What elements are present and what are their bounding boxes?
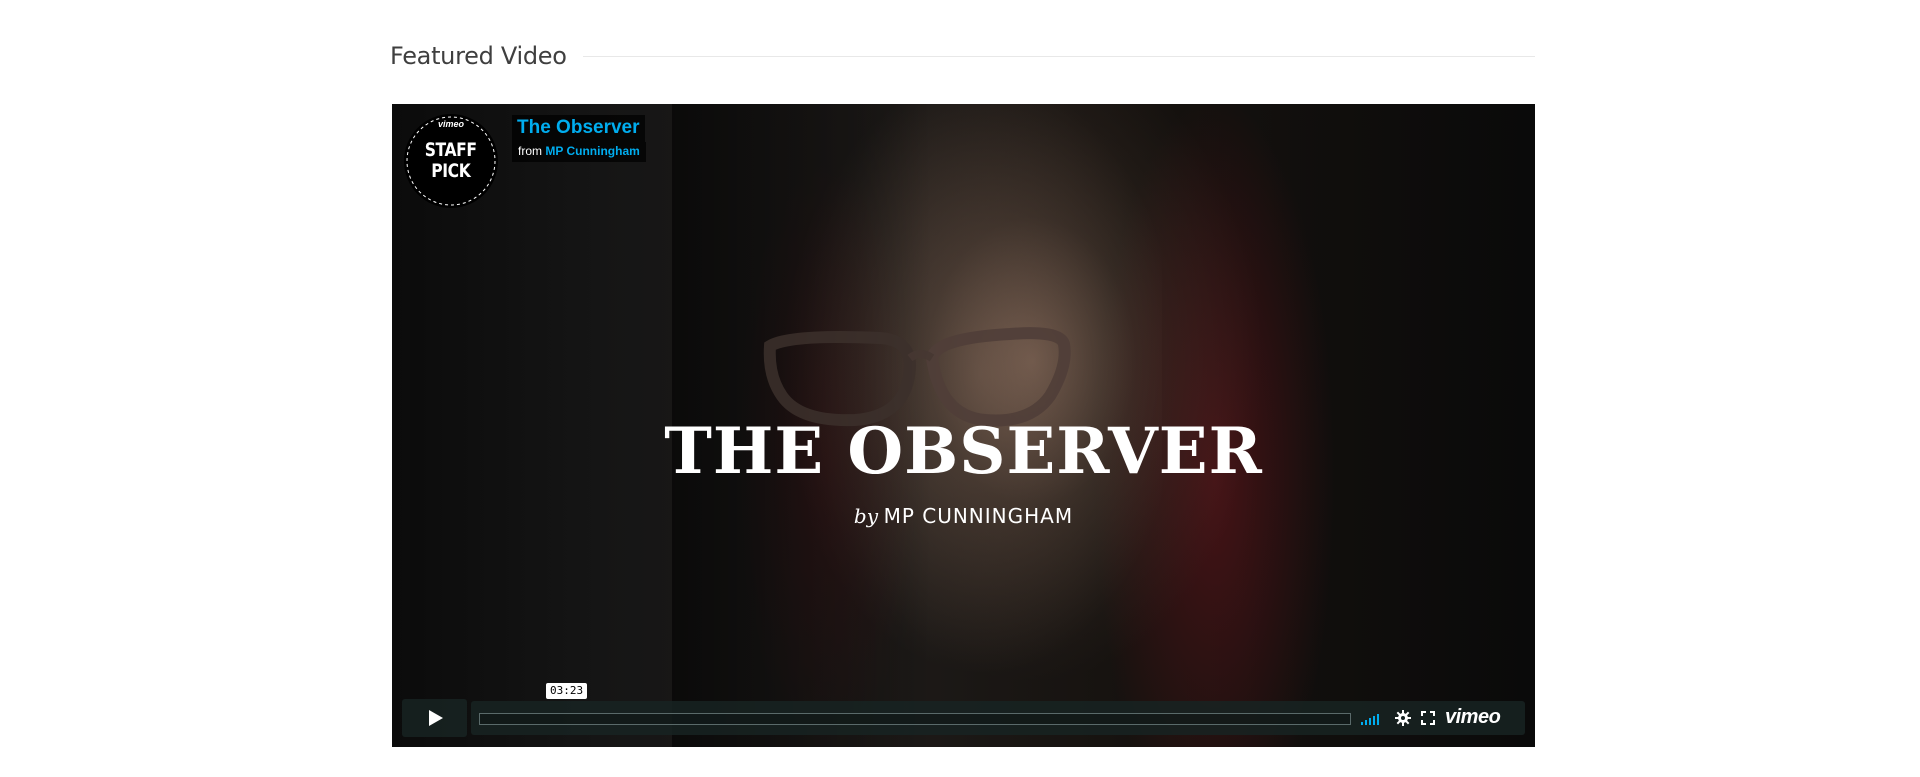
overlay-author: MP CUNNINGHAM	[883, 504, 1074, 528]
vimeo-logo[interactable]: vimeo	[1445, 706, 1501, 729]
gear-icon[interactable]	[1395, 710, 1411, 726]
control-bar: 03:23 vimeo	[471, 683, 1525, 735]
section-divider	[582, 55, 1535, 57]
progress-bar[interactable]	[479, 713, 1351, 725]
section-title: Featured Video	[390, 42, 567, 70]
video-overlay-byline: by MP CUNNINGHAM	[392, 504, 1535, 529]
staff-pick-line2: PICK	[431, 160, 471, 182]
featured-video-header: Featured Video	[390, 40, 1535, 72]
staff-pick-brand: vimeo	[437, 119, 464, 129]
video-title-link[interactable]: The Observer	[512, 115, 645, 142]
byline-prefix: from	[518, 144, 542, 158]
volume-icon[interactable]	[1361, 713, 1385, 725]
video-byline: from MP Cunningham	[512, 142, 646, 162]
staff-pick-line1: STAFF	[425, 139, 477, 161]
video-player[interactable]: vimeo STAFF PICK The Observer from MP Cu…	[392, 104, 1535, 747]
play-icon	[428, 710, 443, 726]
overlay-by: by	[853, 504, 878, 528]
author-link[interactable]: MP Cunningham	[545, 144, 639, 158]
video-frame-glasses	[763, 327, 1071, 427]
play-button[interactable]	[402, 699, 467, 737]
player-controls: 03:23 vimeo	[402, 683, 1525, 737]
video-overlay-title: THE OBSERVER	[664, 414, 1263, 489]
duration-tooltip: 03:23	[546, 683, 588, 699]
fullscreen-icon[interactable]	[1421, 711, 1435, 725]
staff-pick-badge[interactable]: vimeo STAFF PICK	[404, 114, 498, 208]
